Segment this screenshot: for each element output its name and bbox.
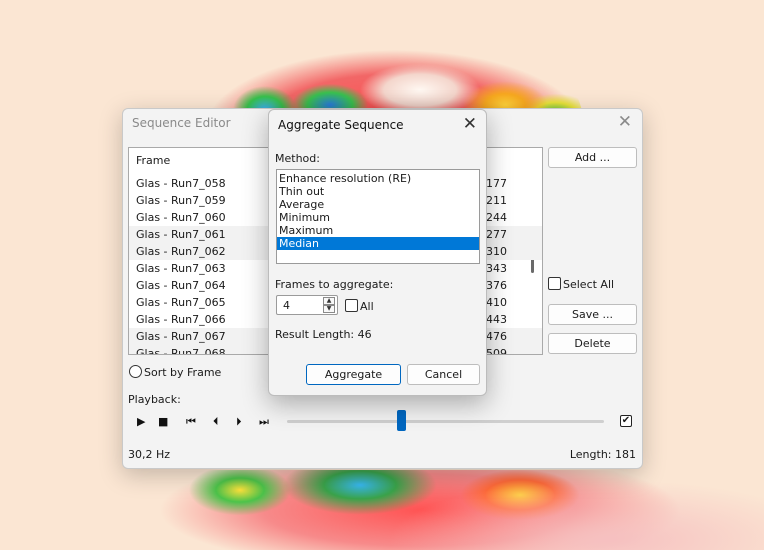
frames-to-aggregate-label: Frames to aggregate:	[275, 278, 394, 291]
close-icon[interactable]: ✕	[618, 112, 632, 132]
aggregate-sequence-dialog: Aggregate Sequence ✕ Method: Enhance res…	[268, 109, 487, 396]
window-title: Sequence Editor	[132, 116, 231, 130]
sequence-length: Length: 181	[569, 448, 636, 461]
playback-slider-thumb[interactable]	[397, 410, 406, 431]
frame-name: Glas - Run7_064	[136, 279, 226, 292]
frame-value: 177	[486, 177, 507, 190]
result-length: Result Length: 46	[275, 328, 372, 341]
frame-value: 476	[486, 330, 507, 343]
frame-value: 211	[486, 194, 507, 207]
method-item[interactable]: Thin out	[277, 185, 479, 198]
stop-icon[interactable]: ■	[158, 415, 168, 428]
last-frame-icon[interactable]: ⏭	[259, 415, 269, 429]
frame-value: 376	[486, 279, 507, 292]
frame-name: Glas - Run7_068	[136, 347, 226, 355]
frames-to-aggregate-input[interactable]: 4 ▲ ▼	[276, 295, 338, 315]
delete-button[interactable]: Delete	[548, 333, 637, 354]
method-item[interactable]: Maximum	[277, 224, 479, 237]
frames-value: 4	[283, 299, 290, 312]
frame-value: 509	[486, 347, 507, 355]
frame-name: Glas - Run7_058	[136, 177, 226, 190]
frame-name: Glas - Run7_067	[136, 330, 226, 343]
select-all-label: Select All	[563, 278, 615, 291]
close-icon[interactable]: ✕	[463, 114, 477, 134]
sort-by-frame-label: Sort by Frame	[144, 366, 222, 379]
thermal-image-fade	[380, 470, 764, 550]
method-label: Method:	[275, 152, 320, 165]
aggregate-button[interactable]: Aggregate	[306, 364, 401, 385]
playback-label: Playback:	[128, 393, 181, 406]
sort-by-frame-radio[interactable]	[129, 365, 142, 378]
all-checkbox[interactable]	[345, 299, 358, 312]
playback-slider-track[interactable]	[287, 420, 604, 423]
next-frame-icon[interactable]: ⏵	[236, 415, 241, 429]
method-item[interactable]: Average	[277, 198, 479, 211]
method-list[interactable]: Enhance resolution (RE) Thin out Average Mi…	[276, 169, 480, 264]
method-item[interactable]: Median	[277, 237, 479, 250]
frame-name: Glas - Run7_063	[136, 262, 226, 275]
add-button[interactable]: Add ...	[548, 147, 637, 168]
save-button[interactable]: Save ...	[548, 304, 637, 325]
method-item[interactable]: Enhance resolution (RE)	[277, 172, 479, 185]
frame-rate: 30,2 Hz	[128, 448, 171, 461]
frame-value: 410	[486, 296, 507, 309]
loop-checkbox[interactable]: ✔	[620, 415, 632, 427]
frame-value: 443	[486, 313, 507, 326]
frame-name: Glas - Run7_061	[136, 228, 226, 241]
cancel-button[interactable]: Cancel	[407, 364, 480, 385]
dialog-title: Aggregate Sequence	[278, 118, 404, 132]
first-frame-icon[interactable]: ⏮	[186, 415, 196, 429]
frame-value: 244	[486, 211, 507, 224]
play-icon[interactable]: ▶	[137, 415, 146, 428]
frame-value: 343	[486, 262, 507, 275]
frame-value: 310	[486, 245, 507, 258]
frame-name: Glas - Run7_062	[136, 245, 226, 258]
frame-name: Glas - Run7_066	[136, 313, 226, 326]
frame-value: 277	[486, 228, 507, 241]
frame-name: Glas - Run7_059	[136, 194, 226, 207]
frame-name: Glas - Run7_065	[136, 296, 226, 309]
column-header-frame: Frame	[136, 154, 171, 167]
frame-name: Glas - Run7_060	[136, 211, 226, 224]
spin-down-icon[interactable]: ▼	[323, 305, 335, 313]
all-label: All	[360, 300, 374, 313]
select-all-checkbox[interactable]	[548, 277, 561, 290]
spin-up-icon[interactable]: ▲	[323, 297, 335, 305]
previous-frame-icon[interactable]: ⏴	[213, 415, 218, 429]
method-item[interactable]: Minimum	[277, 211, 479, 224]
